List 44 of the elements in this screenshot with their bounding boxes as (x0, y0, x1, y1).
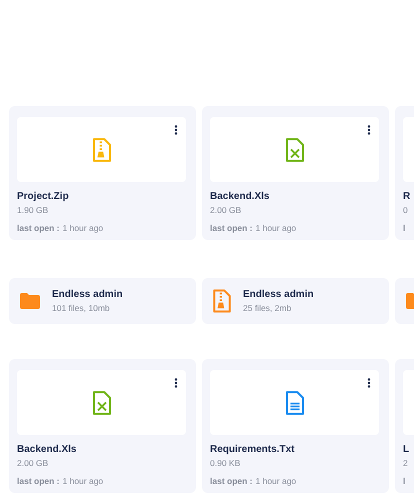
last-open-label: last open : (17, 223, 60, 233)
more-icon[interactable] (367, 378, 371, 388)
last-open-label: l (403, 476, 406, 486)
folder-icon (19, 292, 41, 310)
file-name: Backend.Xls (210, 191, 270, 202)
spreadsheet-file-icon (90, 390, 112, 414)
file-size: 0 (403, 205, 409, 215)
last-open-label: l (403, 223, 406, 233)
folder-name: Endless admin (243, 289, 314, 300)
last-open-time: 1 hour ago (62, 476, 104, 486)
file-size: 2.00 GB (210, 205, 242, 215)
file-name: L (403, 444, 410, 455)
file-name: Backend.Xls (17, 444, 78, 455)
file-card[interactable]: L 2 l (395, 359, 414, 493)
more-icon[interactable] (367, 125, 371, 135)
file-name: Requirements.Txt (210, 444, 296, 455)
file-card[interactable]: Project.Zip 1.90 GB last open : 1 hour ago (9, 106, 196, 240)
zip-file-icon (90, 138, 112, 162)
folder-card[interactable]: Endless admin 101 files, 10mb (9, 278, 196, 324)
file-size: 2.00 GB (17, 458, 50, 468)
folder-name: Endless admin (52, 289, 123, 300)
last-open-time: 1 hour ago (256, 476, 296, 486)
file-card[interactable]: Requirements.Txt 0.90 KB last open : 1 hour ago (202, 359, 389, 493)
zip-file-icon (212, 289, 232, 313)
text-file-icon (284, 390, 306, 414)
file-size: 0.90 KB (210, 458, 242, 468)
file-card[interactable]: Backend.Xls 2.00 GB last open : 1 hour ago (202, 106, 389, 240)
last-open-time: 1 hour ago (62, 223, 104, 233)
last-open-time: 1 hour ago (256, 223, 296, 233)
folder-info: 25 files, 2mb (243, 303, 292, 313)
file-name: R (403, 191, 412, 202)
file-card[interactable]: R 0 l (395, 106, 414, 240)
last-open-label: last open : (210, 223, 253, 233)
more-icon[interactable] (174, 125, 178, 135)
file-card[interactable]: Backend.Xls 2.00 GB last open : 1 hour ago (9, 359, 196, 493)
file-size: 1.90 GB (17, 205, 50, 215)
spreadsheet-file-icon (284, 138, 306, 162)
file-name: Project.Zip (17, 191, 70, 202)
last-open-label: last open : (17, 476, 60, 486)
last-open-label: last open : (210, 476, 253, 486)
folder-info: 101 files, 10mb (52, 303, 111, 313)
file-size: 2 (403, 458, 409, 468)
more-icon[interactable] (174, 378, 178, 388)
folder-card[interactable]: Endless admin 25 files, 2mb (202, 278, 389, 324)
